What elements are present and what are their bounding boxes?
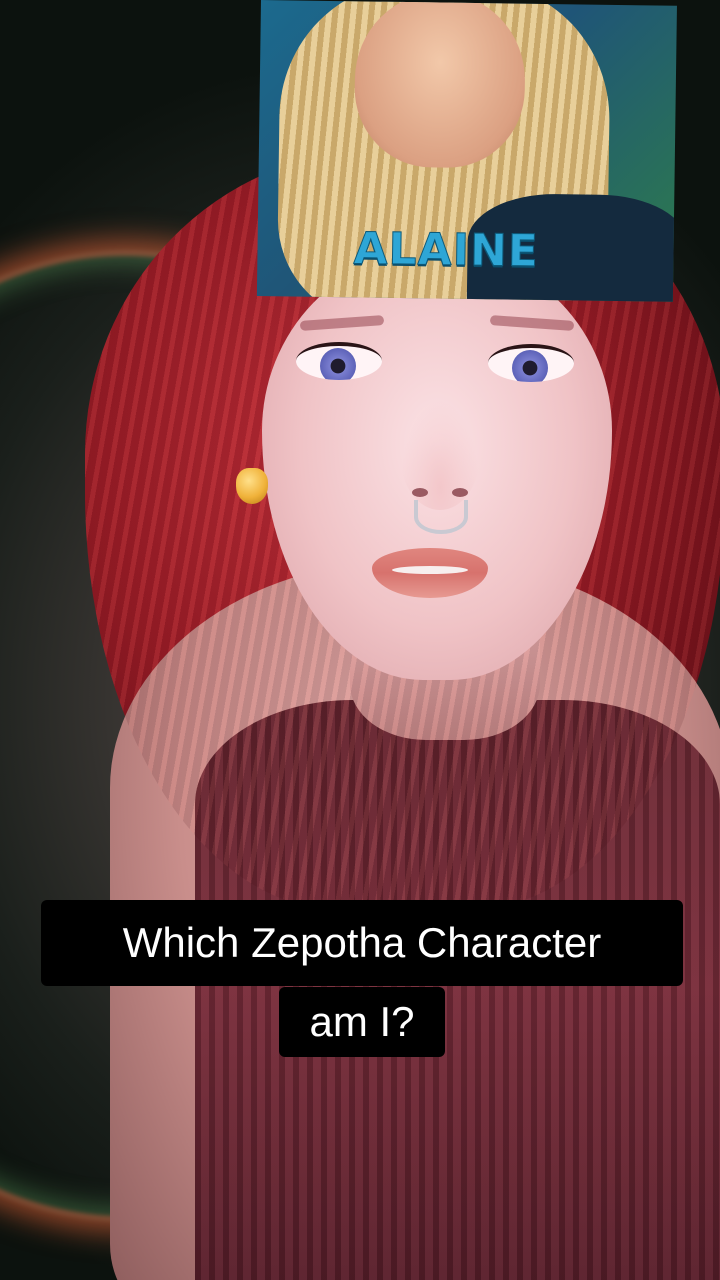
inset-face	[353, 0, 527, 169]
caption-line-1: Which Zepotha Character	[41, 900, 683, 986]
septum-piercing	[414, 500, 468, 534]
inset-name-caption: ALAINE	[353, 223, 540, 278]
caption-line-2: am I?	[279, 987, 445, 1057]
right-eye	[488, 344, 574, 382]
right-iris	[512, 350, 548, 382]
right-nostril	[452, 488, 468, 497]
teeth	[392, 566, 468, 574]
left-nostril	[412, 488, 428, 497]
left-eye	[296, 342, 382, 380]
video-frame: ALAINE Which Zepotha Character am I?	[0, 0, 720, 1280]
gold-earring	[236, 468, 268, 504]
left-iris	[320, 348, 356, 380]
character-inset-card: ALAINE	[256, 0, 677, 302]
